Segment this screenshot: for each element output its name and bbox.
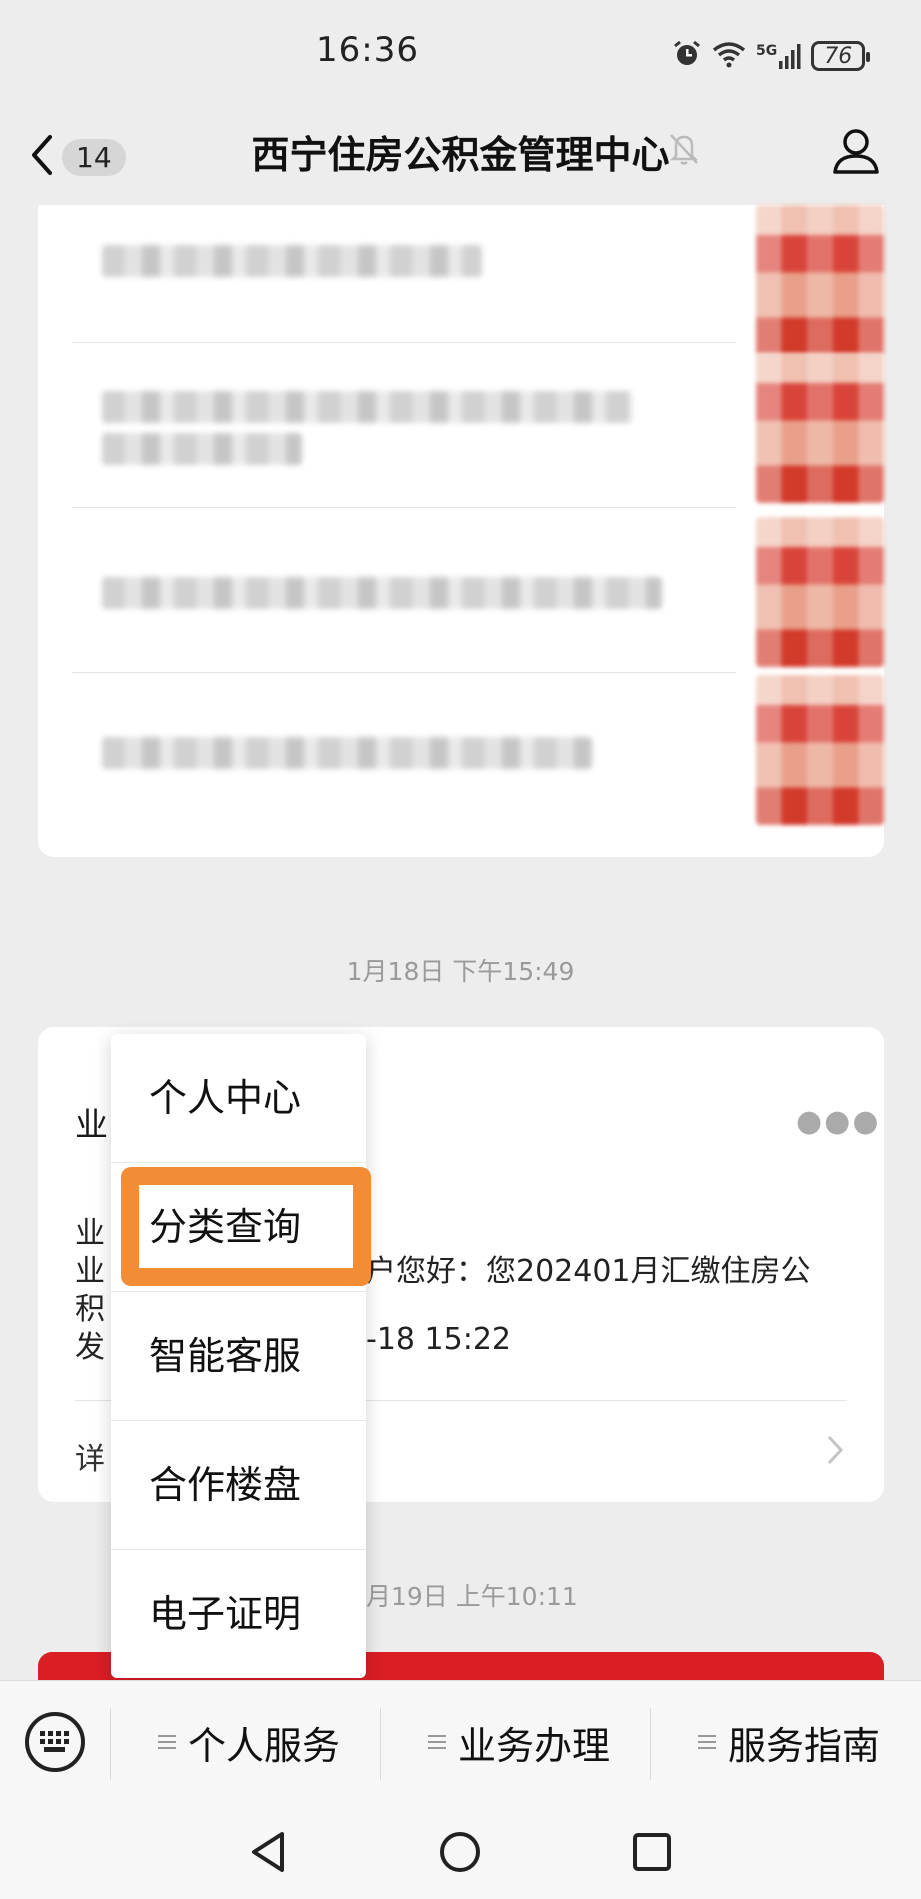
blurred-article-title bbox=[102, 391, 632, 423]
message-timestamp: 1月18日 下午15:49 bbox=[346, 957, 575, 986]
page-title: 西宁住房公积金管理中心 bbox=[251, 133, 670, 177]
menu-lines-icon bbox=[698, 1731, 716, 1753]
nav-back-button[interactable] bbox=[248, 1830, 288, 1878]
article-item[interactable] bbox=[72, 675, 884, 849]
mute-bell-icon bbox=[668, 132, 700, 170]
chevron-right-icon bbox=[826, 1434, 844, 1475]
submenu-popup: 个人中心 分类查询 智能客服 合作楼盘 电子证明 bbox=[111, 1034, 366, 1678]
article-thumbnail bbox=[756, 517, 884, 667]
cellular-signal-icon: 5G bbox=[756, 43, 801, 69]
menu-item-partner-properties[interactable]: 合作楼盘 bbox=[111, 1421, 366, 1549]
notification-line-visible: 户您好：您202401月汇缴住房公 bbox=[366, 1254, 811, 1289]
keyboard-toggle-button[interactable] bbox=[25, 1712, 85, 1772]
triangle-back-icon bbox=[248, 1832, 288, 1878]
blurred-article-title bbox=[102, 737, 592, 769]
menu-label: 服务指南 bbox=[728, 1723, 881, 1768]
menu-item-personal-center[interactable]: 个人中心 bbox=[111, 1034, 366, 1162]
menu-label: 业务办理 bbox=[458, 1723, 611, 1768]
highlight-annotation-box bbox=[121, 1167, 371, 1286]
article-item[interactable] bbox=[72, 517, 884, 687]
nav-recents-button[interactable] bbox=[632, 1832, 672, 1876]
blurred-article-title bbox=[102, 577, 662, 609]
notification-title: 业 bbox=[75, 1105, 108, 1144]
article-thumbnail bbox=[756, 675, 884, 825]
menu-business-handling[interactable]: 业务办理 bbox=[428, 1712, 610, 1772]
message-timestamp: 月19日 上午10:11 bbox=[366, 1582, 578, 1611]
menu-lines-icon bbox=[158, 1731, 176, 1753]
divider bbox=[110, 1708, 111, 1780]
wifi-icon bbox=[712, 40, 746, 72]
article-thumbnail bbox=[756, 205, 884, 355]
divider bbox=[72, 342, 736, 343]
more-options-icon[interactable]: ●●● bbox=[796, 1104, 881, 1139]
profile-button[interactable] bbox=[832, 128, 880, 178]
divider bbox=[650, 1708, 651, 1780]
article-item[interactable] bbox=[72, 205, 884, 371]
person-icon bbox=[832, 129, 880, 178]
menu-item-e-certificate[interactable]: 电子证明 bbox=[111, 1550, 366, 1678]
divider bbox=[72, 507, 736, 508]
menu-service-guide[interactable]: 服务指南 bbox=[698, 1712, 880, 1772]
divider bbox=[72, 672, 736, 673]
blurred-article-title bbox=[102, 245, 482, 277]
circle-home-icon bbox=[438, 1832, 482, 1878]
status-icons: 5G 76 bbox=[672, 36, 871, 76]
network-type-label: 5G bbox=[756, 43, 778, 59]
notification-line: 发 bbox=[75, 1330, 105, 1365]
article-thumbnail bbox=[756, 353, 884, 503]
battery-level: 76 bbox=[824, 43, 853, 69]
battery-icon: 76 bbox=[811, 41, 871, 71]
keyboard-icon bbox=[40, 1731, 70, 1757]
menu-label: 个人服务 bbox=[188, 1723, 341, 1768]
alarm-icon bbox=[672, 39, 702, 73]
divider bbox=[380, 1708, 381, 1780]
nav-home-button[interactable] bbox=[438, 1830, 482, 1878]
article-list-card bbox=[38, 205, 884, 857]
blurred-article-title bbox=[102, 433, 302, 465]
status-time: 16:36 bbox=[316, 30, 419, 70]
notification-date-visible: -18 15:22 bbox=[366, 1322, 511, 1357]
square-recents-icon bbox=[632, 1833, 672, 1876]
view-details-link[interactable]: 详 bbox=[75, 1434, 105, 1478]
menu-personal-services[interactable]: 个人服务 bbox=[158, 1712, 340, 1772]
menu-lines-icon bbox=[428, 1731, 446, 1753]
menu-item-smart-service[interactable]: 智能客服 bbox=[111, 1292, 366, 1420]
article-item[interactable] bbox=[72, 353, 884, 519]
